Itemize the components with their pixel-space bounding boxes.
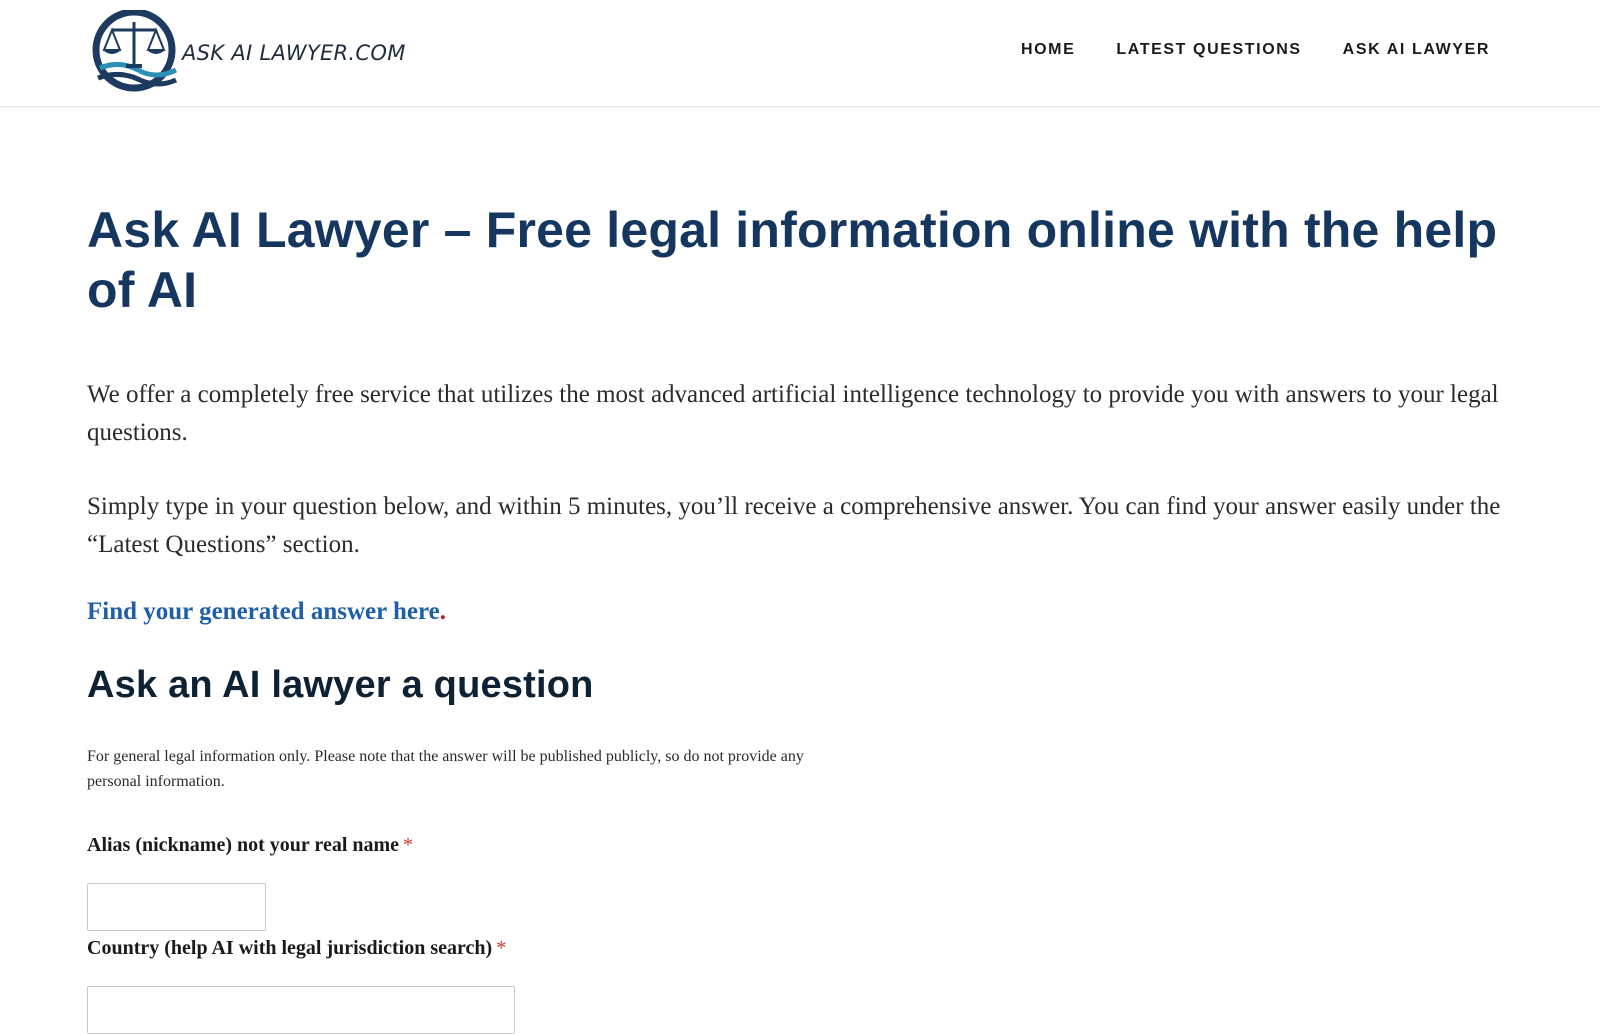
instructions-paragraph: Simply type in your question below, and …	[87, 493, 1501, 558]
question-section-title: Ask an AI lawyer a question	[87, 664, 594, 706]
alias-label: Alias (nickname) not your real name *	[87, 834, 413, 857]
nav-item-latest-questions[interactable]: LATEST QUESTIONS	[1116, 41, 1301, 59]
site-logo[interactable]: ASK AI LAWYER.COM	[90, 10, 406, 96]
answer-link-period: .	[439, 598, 447, 625]
logo-text: ASK AI LAWYER.COM	[182, 41, 406, 65]
country-input[interactable]	[87, 986, 515, 1034]
alias-label-text: Alias (nickname) not your real name	[87, 834, 400, 856]
site-header: ASK AI LAWYER.COM HOME LATEST QUESTIONS …	[0, 0, 1600, 107]
main-content: Ask AI Lawyer – Free legal information o…	[87, 200, 1507, 1034]
main-nav: HOME LATEST QUESTIONS ASK AI LAWYER	[980, 41, 1490, 59]
nav-item-ask-ai-lawyer[interactable]: ASK AI LAWYER	[1343, 41, 1490, 59]
find-answer-link[interactable]: Find your generated answer here	[87, 598, 440, 625]
page-title: Ask AI Lawyer – Free legal information o…	[87, 202, 1498, 318]
intro-paragraph: We offer a completely free service that …	[87, 381, 1499, 446]
nav-item-home[interactable]: HOME	[1021, 41, 1075, 59]
country-required-marker: *	[496, 937, 507, 959]
answer-link-line: Find your generated answer here.	[87, 598, 446, 626]
alias-input[interactable]	[87, 883, 266, 931]
disclaimer-text: For general legal information only. Plea…	[87, 748, 804, 790]
country-label: Country (help AI with legal jurisdiction…	[87, 937, 506, 960]
scales-of-justice-logo-icon	[92, 10, 178, 92]
country-label-text: Country (help AI with legal jurisdiction…	[87, 937, 493, 959]
alias-required-marker: *	[403, 834, 414, 856]
